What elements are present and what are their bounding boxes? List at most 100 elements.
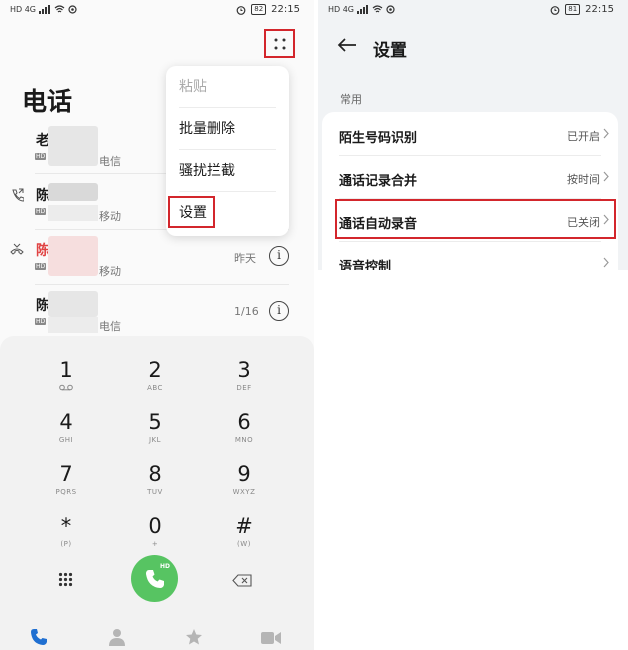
key-digit: 8 <box>148 462 162 486</box>
location-icon <box>386 5 395 14</box>
alarm-icon <box>236 5 246 15</box>
row-divider <box>35 284 289 285</box>
info-icon[interactable]: i <box>269 246 289 266</box>
dial-key-9[interactable]: 9 WXYZ <box>204 462 284 506</box>
auto-record-highlight-box <box>335 199 616 239</box>
wifi-icon <box>54 5 65 13</box>
key-letters: + <box>151 540 159 548</box>
key-letters: DEF <box>236 384 252 392</box>
hd-badge-icon: HD <box>35 318 47 325</box>
row-divider <box>339 241 601 242</box>
dial-key-hash[interactable]: # (W) <box>204 514 284 558</box>
settings-screen: HD 4G 81 22:15 设置 常用 陌生号码识别 已开启 通话记录合并 按… <box>318 0 628 270</box>
menu-item-paste[interactable]: 粘贴 <box>179 66 276 108</box>
setting-label: 通话记录合并 <box>339 174 418 189</box>
key-digit: # <box>235 514 253 538</box>
signal-indicators: HD 4G <box>328 5 395 14</box>
blurred-name <box>48 291 98 317</box>
dial-key-4[interactable]: 4 GHI <box>26 410 106 454</box>
nav-favorites[interactable] <box>179 628 209 650</box>
page-title: 电话 <box>22 87 73 116</box>
nav-contacts[interactable] <box>102 628 132 650</box>
row-divider <box>339 155 601 156</box>
key-digit: 2 <box>148 358 162 382</box>
person-icon <box>109 629 125 646</box>
setting-value: 已开启 <box>567 130 600 143</box>
menu-item-spam-block[interactable]: 骚扰拦截 <box>179 150 276 192</box>
status-bar: HD 4G 82 22:15 <box>0 0 314 22</box>
clock: 22:15 <box>585 4 614 15</box>
key-digit: 9 <box>237 462 251 486</box>
location-icon <box>68 5 77 14</box>
dial-key-7[interactable]: 7 PQRS <box>26 462 106 506</box>
key-digit: 7 <box>59 462 73 486</box>
carrier-label: 移动 <box>99 265 121 278</box>
status-bar: HD 4G 81 22:15 <box>318 0 628 22</box>
status-right: 81 22:15 <box>550 4 614 15</box>
hd-badge-icon: HD <box>35 153 47 160</box>
key-letters: WXYZ <box>232 488 256 496</box>
key-digit: * <box>60 514 72 538</box>
dial-key-1[interactable]: 1 <box>26 358 106 402</box>
dial-key-3[interactable]: 3 DEF <box>204 358 284 402</box>
nav-video-call[interactable] <box>256 628 286 650</box>
setting-row-unknown-number[interactable]: 陌生号码识别 已开启 <box>322 114 618 156</box>
page-title: 设置 <box>373 41 407 61</box>
setting-label: 语音控制 <box>339 260 392 270</box>
key-letters: MNO <box>234 436 254 444</box>
hd-label: HD <box>159 563 170 570</box>
dial-key-0[interactable]: 0 + <box>115 514 195 558</box>
backspace-icon[interactable] <box>232 574 252 587</box>
call-button[interactable]: HD <box>131 555 178 602</box>
call-date: 昨天 <box>234 252 256 265</box>
key-digit: 0 <box>148 514 162 538</box>
clock: 22:15 <box>271 4 300 15</box>
signal-icon <box>357 5 369 14</box>
blurred-number <box>48 317 98 333</box>
blurred-name <box>48 183 98 201</box>
key-letters: TUV <box>147 488 163 496</box>
setting-row-voice-control[interactable]: 语音控制 <box>322 243 618 270</box>
setting-value: 按时间 <box>567 173 600 186</box>
hd-badge-icon: HD <box>35 208 47 215</box>
dial-key-6[interactable]: 6 MNO <box>204 410 284 454</box>
menu-item-batch-delete[interactable]: 批量删除 <box>179 108 276 150</box>
chevron-right-icon <box>603 171 609 182</box>
star-icon <box>186 629 202 645</box>
carrier-label: 电信 <box>99 155 121 168</box>
chevron-right-icon <box>603 128 609 139</box>
carrier-label: 移动 <box>99 210 121 223</box>
battery-level: 82 <box>251 4 267 15</box>
key-letters: PQRS <box>55 488 77 496</box>
hide-dialpad-icon[interactable] <box>58 572 73 587</box>
dial-key-5[interactable]: 5 JKL <box>115 410 195 454</box>
blurred-name <box>48 236 98 276</box>
battery-level: 81 <box>565 4 581 15</box>
video-call-icon <box>261 632 281 644</box>
outgoing-call-icon <box>12 188 24 202</box>
nav-phone[interactable] <box>24 628 54 650</box>
key-letters: GHI <box>58 436 74 444</box>
settings-highlight-box <box>168 196 215 228</box>
key-digit: 4 <box>59 410 73 434</box>
call-log-row[interactable]: 陈 HD 移动 昨天 i <box>0 236 314 290</box>
more-options-button[interactable] <box>264 29 295 58</box>
carrier-label: 电信 <box>99 320 121 333</box>
dial-key-8[interactable]: 8 TUV <box>115 462 195 506</box>
key-letters: JKL <box>148 436 162 444</box>
missed-call-icon <box>10 243 24 255</box>
alarm-icon <box>550 5 560 15</box>
key-letters: (W) <box>237 540 251 548</box>
dial-key-2[interactable]: 2 ABC <box>115 358 195 402</box>
back-arrow-icon[interactable] <box>337 37 357 53</box>
key-digit: 5 <box>148 410 162 434</box>
setting-label: 陌生号码识别 <box>339 131 418 146</box>
key-letters: ABC <box>147 384 163 392</box>
phone-icon <box>145 569 164 588</box>
setting-row-merge-log[interactable]: 通话记录合并 按时间 <box>322 157 618 199</box>
key-letters: (P) <box>60 540 72 548</box>
info-icon[interactable]: i <box>269 301 289 321</box>
chevron-right-icon <box>603 257 609 268</box>
dial-key-star[interactable]: * (P) <box>26 514 106 558</box>
hd-badge-icon: HD <box>35 263 47 270</box>
